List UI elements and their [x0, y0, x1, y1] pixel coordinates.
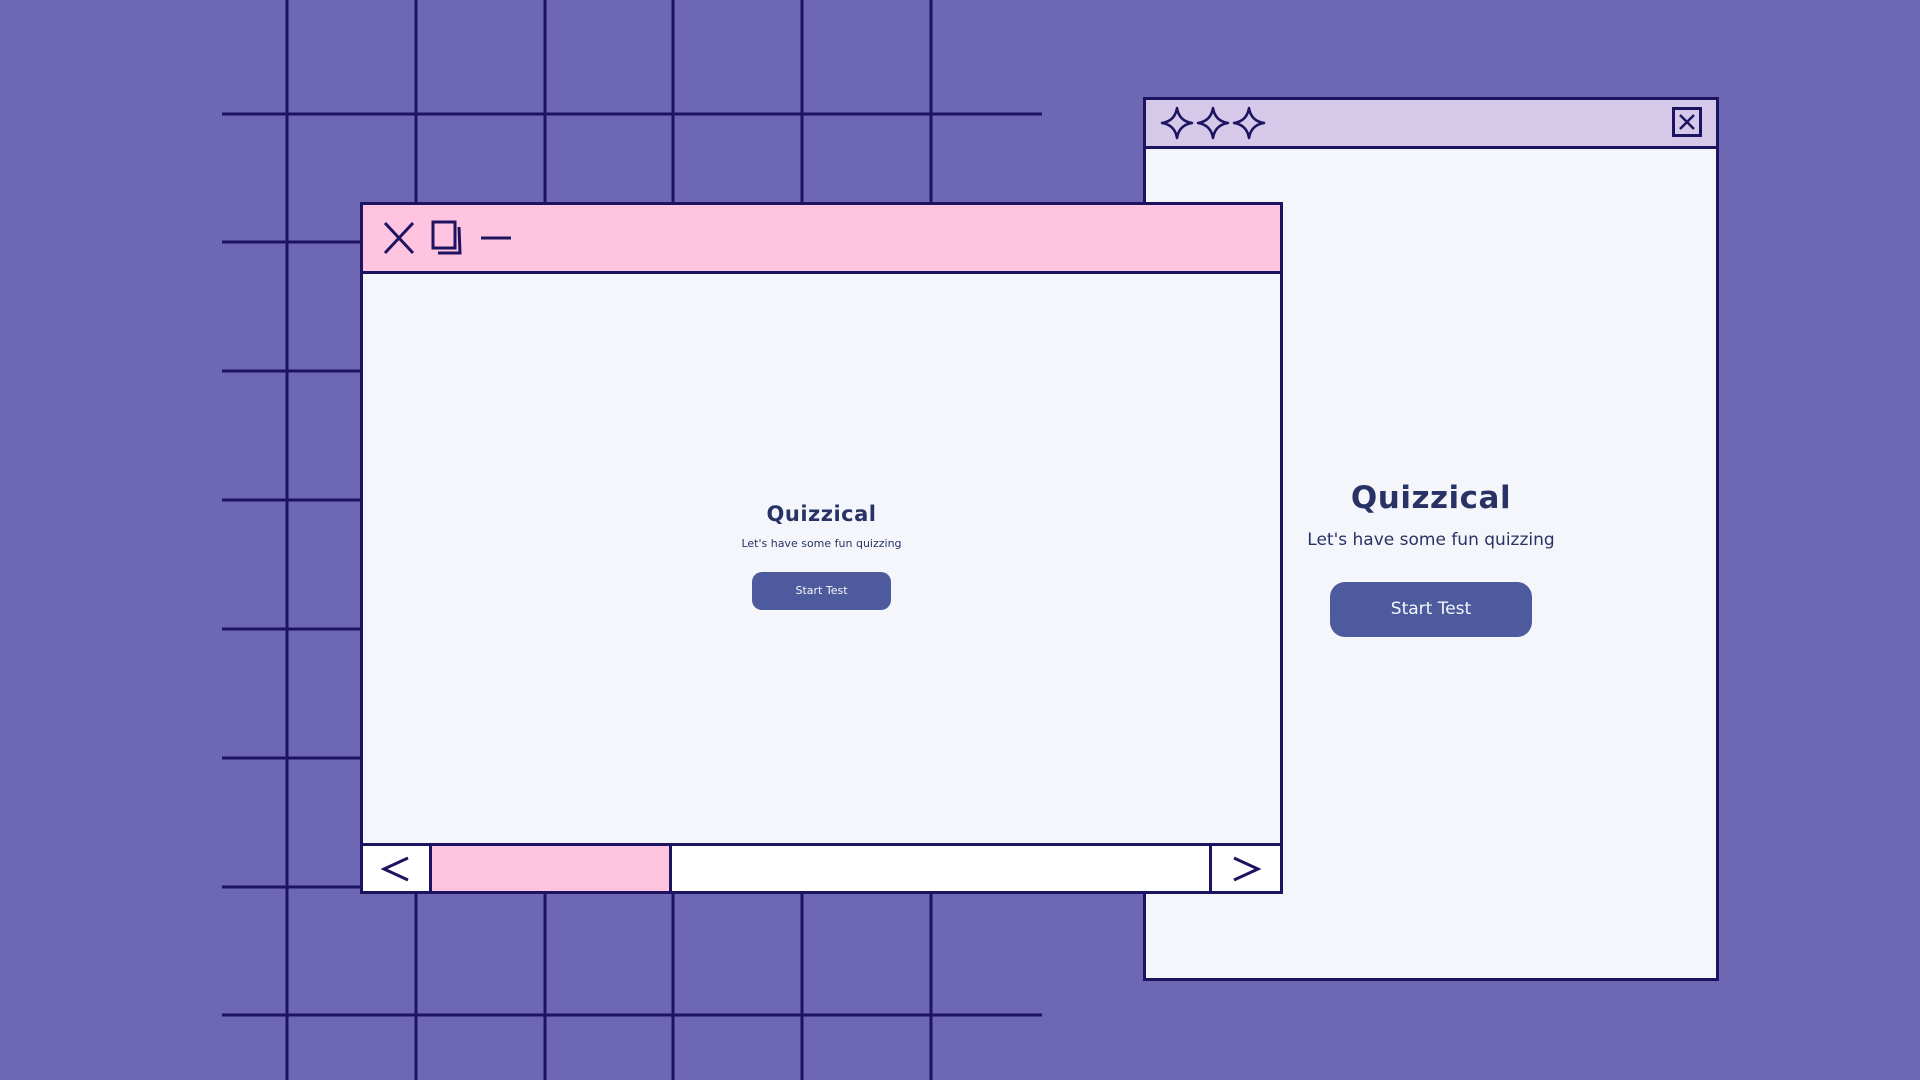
chevron-right-icon — [1233, 856, 1261, 881]
front-window-content: Quizzical Let's have some fun quizzing S… — [363, 502, 1280, 610]
start-test-button[interactable]: Start Test — [752, 572, 891, 610]
minimize-icon[interactable] — [480, 220, 512, 256]
front-window-titlebar — [363, 205, 1280, 274]
back-window-titlebar — [1146, 100, 1716, 149]
app-title: Quizzical — [766, 502, 877, 526]
close-icon[interactable] — [382, 220, 416, 256]
scroll-left-button[interactable] — [363, 846, 432, 891]
restore-icon[interactable] — [431, 220, 463, 256]
sparkle-icon — [1160, 106, 1194, 140]
chevron-left-icon — [381, 856, 409, 881]
app-subtitle: Let's have some fun quizzing — [741, 537, 902, 550]
close-icon[interactable] — [1672, 107, 1702, 137]
sparkle-icon — [1232, 106, 1266, 140]
horizontal-scrollbar[interactable] — [363, 843, 1280, 891]
sparkle-icon — [1196, 106, 1230, 140]
scroll-right-button[interactable] — [1209, 846, 1280, 891]
scrollbar-thumb[interactable] — [432, 846, 672, 891]
front-window: Quizzical Let's have some fun quizzing S… — [360, 202, 1283, 894]
start-test-button[interactable]: Start Test — [1330, 582, 1532, 637]
sparkles-group — [1160, 106, 1268, 140]
